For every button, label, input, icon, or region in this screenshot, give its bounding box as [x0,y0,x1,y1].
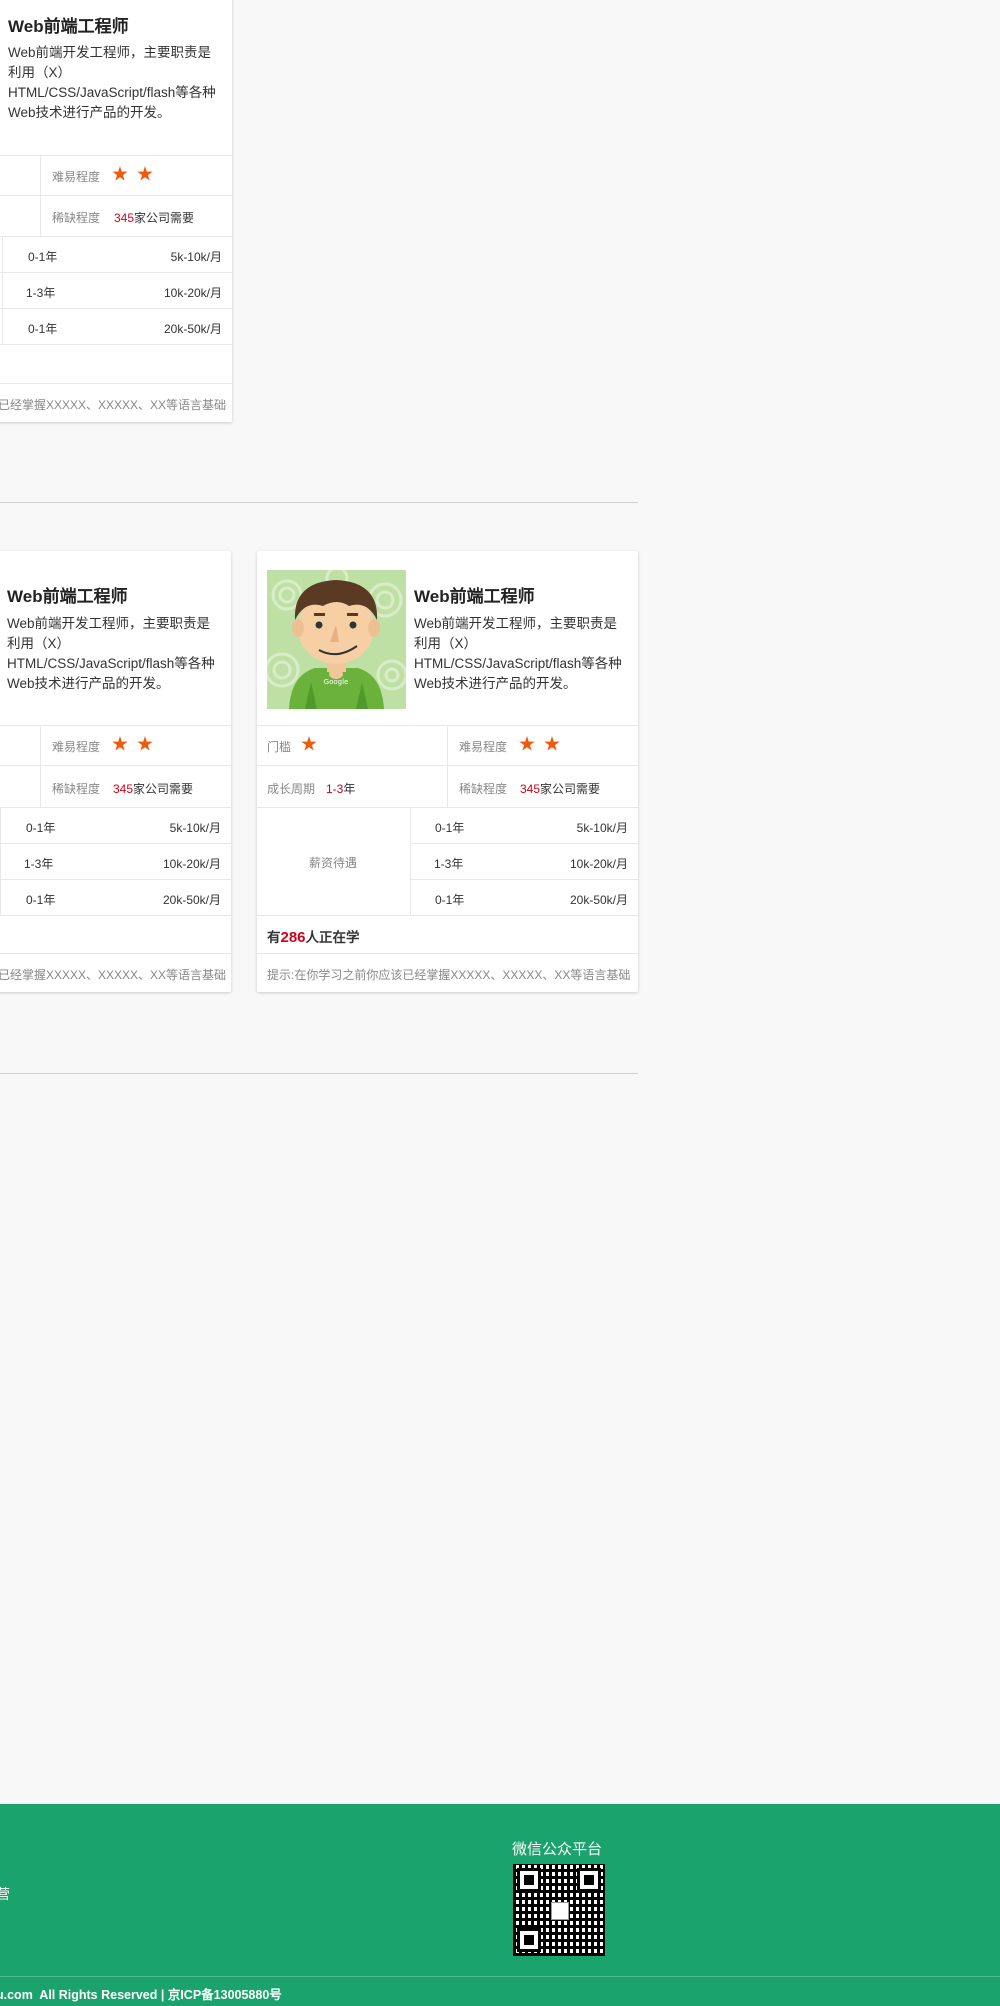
scarcity-count: 345 [520,782,541,796]
prerequisite-tip: 已经掌握XXXXX、XXXXX、XX等语言基础 [0,968,227,982]
difficulty-label: 难易程度 [459,740,508,754]
scarcity-label: 稀缺程度 [52,782,101,796]
salary-years: 1-3年 [26,286,56,300]
avatar-illustration: Google [264,566,408,709]
star-icon [544,736,560,751]
salary-years: 1-3年 [24,857,54,871]
scarcity-unit: 家公司需要 [540,782,601,796]
star-icon [301,736,317,751]
course-description: Web前端开发工程师，主要职责是利用（X）HTML/CSS/JavaScript… [8,45,216,120]
course-card[interactable]: Google Web前端工程师 Web前端开发工程师，主要职责是利用（X）HTM… [257,551,638,992]
salary-years: 0-1年 [26,893,56,907]
star-icon [519,736,535,751]
salary-years: 0-1年 [28,250,58,264]
scarcity-count: 345 [113,782,134,796]
growth-cycle-label: 成长周期 [267,782,316,796]
salary-range: 10k-20k/月 [569,857,628,871]
course-title: Web前端工程师 [414,587,535,606]
course-card[interactable]: Web前端工程师 Web前端开发工程师，主要职责是利用（X）HTML/CSS/J… [0,0,232,422]
salary-range: 20k-50k/月 [163,322,222,336]
footer-left-fragment: 营 [0,1886,10,1902]
prerequisite-tip: 已经掌握XXXXX、XXXXX、XX等语言基础 [0,398,227,412]
course-description: Web前端开发工程师，主要职责是利用（X）HTML/CSS/JavaScript… [414,616,622,691]
prerequisite-tip: 提示:在你学习之前你应该已经掌握XXXXX、XXXXX、XX等语言基础 [267,968,631,982]
star-icon [112,736,128,751]
salary-range: 10k-20k/月 [162,857,221,871]
section-divider [0,502,638,503]
course-card[interactable]: Web前端工程师 Web前端开发工程师，主要职责是利用（X）HTML/CSS/J… [0,551,231,992]
footer: 营 微信公众平台 u.com All Rights Reserved | 京IC… [0,1804,1000,2006]
course-avatar[interactable]: Google [264,566,408,709]
growth-cycle-unit: 年 [343,782,356,796]
course-description: Web前端开发工程师，主要职责是利用（X）HTML/CSS/JavaScript… [7,616,215,691]
salary-range: 20k-50k/月 [569,893,628,907]
copyright-text: u.com All Rights Reserved | 京ICP备1300588… [0,1988,282,2002]
salary-range: 10k-20k/月 [163,286,222,300]
difficulty-label: 难易程度 [52,740,101,754]
scarcity-unit: 家公司需要 [134,211,195,225]
salary-years: 0-1年 [435,893,465,907]
salary-range: 20k-50k/月 [162,893,221,907]
salary-years: 0-1年 [435,821,465,835]
salary-range: 5k-10k/月 [169,821,221,835]
course-title: Web前端工程师 [7,587,128,606]
salary-range: 5k-10k/月 [576,821,628,835]
threshold-label: 门槛 [267,740,292,754]
salary-years: 1-3年 [434,857,464,871]
salary-years: 0-1年 [28,322,58,336]
growth-cycle-value: 1-3 [326,782,344,796]
learner-count-text: 有286人正在学 [267,929,360,946]
difficulty-label: 难易程度 [52,170,101,184]
star-icon [137,736,153,751]
star-icon [112,166,128,181]
wechat-qr-code[interactable] [513,1864,605,1956]
scarcity-label: 稀缺程度 [459,782,508,796]
salary-years: 0-1年 [26,821,56,835]
avatar-shirt-text: Google [324,678,349,686]
wechat-title: 微信公众平台 [512,1841,603,1858]
scarcity-unit: 家公司需要 [133,782,194,796]
course-title: Web前端工程师 [8,17,129,36]
scarcity-label: 稀缺程度 [52,211,101,225]
section-divider [0,1073,638,1074]
scarcity-count: 345 [114,211,135,225]
star-icon [137,166,153,181]
salary-range: 5k-10k/月 [170,250,222,264]
salary-label: 薪资待遇 [309,856,358,870]
learner-count: 286 [280,929,306,946]
